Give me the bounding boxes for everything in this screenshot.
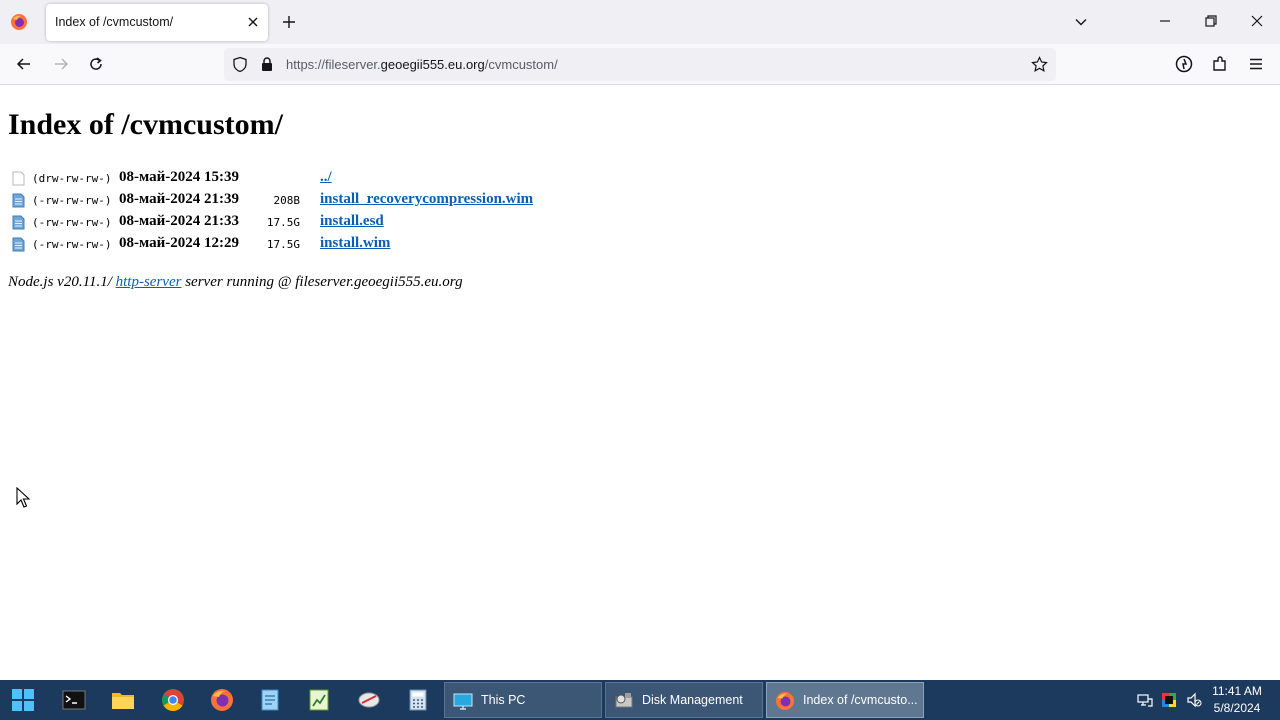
file-document-icon <box>12 193 25 208</box>
entry-date: 08-май-2024 21:33 <box>119 213 239 229</box>
entry-size: 17.5G <box>266 216 300 229</box>
taskbar: This PC Disk Management Index of /cvmcus… <box>0 680 1280 720</box>
file-document-icon <box>12 237 25 252</box>
file-link[interactable]: install.wim <box>320 235 390 252</box>
taskbar-item-label: Disk Management <box>642 693 743 707</box>
entry-permissions: (-rw-rw-rw-) <box>32 194 112 207</box>
system-clock[interactable]: 11:41 AM 5/8/2024 <box>1206 683 1268 717</box>
file-link[interactable]: install_recoverycompression.wim <box>320 191 533 208</box>
footer-suffix: server running @ fileserver.geoegii555.e… <box>181 274 463 290</box>
navigation-toolbar: https://fileserver.geoegii555.eu.org/cvm… <box>0 44 1280 85</box>
extensions-puzzle-icon[interactable] <box>1211 55 1229 73</box>
monitor-icon <box>453 693 473 710</box>
folder-blank-icon <box>12 171 25 186</box>
hamburger-menu-icon[interactable] <box>1247 55 1265 73</box>
network-icon[interactable] <box>1137 692 1153 708</box>
minimize-window-icon[interactable] <box>1158 14 1172 28</box>
tool-icon[interactable] <box>357 688 381 712</box>
bookmark-star-icon[interactable] <box>1031 56 1048 73</box>
mouse-cursor-icon <box>16 487 30 508</box>
color-display-icon[interactable] <box>1161 692 1177 708</box>
taskbar-item-disk-management[interactable]: Disk Management <box>605 682 763 718</box>
page-content: Index of /cvmcustom/ (drw-rw-rw-) 08-май… <box>0 86 1280 680</box>
parent-directory-link[interactable]: ../ <box>320 169 332 186</box>
disk-management-icon <box>615 693 633 708</box>
account-sync-icon[interactable] <box>1175 55 1193 73</box>
forward-arrow-icon[interactable] <box>52 55 70 73</box>
tab-title: Index of /cvmcustom/ <box>55 15 174 29</box>
entry-permissions: (-rw-rw-rw-) <box>32 216 112 229</box>
entry-date: 08-май-2024 15:39 <box>119 169 239 185</box>
file-link[interactable]: install.esd <box>320 213 384 230</box>
firefox-icon[interactable] <box>210 688 234 712</box>
close-window-icon[interactable] <box>1250 14 1264 28</box>
terminal-icon[interactable] <box>62 688 86 712</box>
url-domain: geoegii555.eu.org <box>380 57 485 72</box>
spreadsheet-icon[interactable] <box>307 688 331 712</box>
clock-date: 5/8/2024 <box>1213 701 1261 715</box>
url-path: /cvmcustom/ <box>484 57 558 72</box>
entry-size: 17.5G <box>266 238 300 251</box>
address-bar[interactable]: https://fileserver.geoegii555.eu.org/cvm… <box>224 48 1056 81</box>
url-scheme: https://fileserver. <box>286 57 381 72</box>
page-title: Index of /cvmcustom/ <box>8 108 283 141</box>
taskbar-item-this-pc[interactable]: This PC <box>444 682 602 718</box>
tracking-protection-shield-icon[interactable] <box>232 56 248 73</box>
calculator-icon[interactable] <box>406 688 430 712</box>
chrome-icon[interactable] <box>161 688 185 712</box>
new-tab-icon[interactable] <box>281 14 297 30</box>
entry-permissions: (drw-rw-rw-) <box>32 172 112 185</box>
taskbar-item-firefox[interactable]: Index of /cvmcusto... <box>766 682 924 718</box>
clock-time: 11:41 AM <box>1212 684 1262 698</box>
notepad-icon[interactable] <box>258 688 282 712</box>
list-all-tabs-icon[interactable] <box>1074 15 1088 29</box>
url-text[interactable]: https://fileserver.geoegii555.eu.org/cvm… <box>286 57 558 72</box>
firefox-icon <box>776 692 794 710</box>
file-explorer-icon[interactable] <box>111 688 135 712</box>
entry-date: 08-май-2024 21:39 <box>119 191 239 207</box>
footer-prefix: Node.js v20.11.1/ <box>8 274 116 290</box>
entry-size: 208B <box>273 194 301 207</box>
server-footer: Node.js v20.11.1/ http-server server run… <box>8 274 463 291</box>
lock-icon[interactable] <box>260 56 274 72</box>
firefox-menu-icon[interactable] <box>10 13 28 31</box>
file-document-icon <box>12 215 25 230</box>
browser-tab-strip: Index of /cvmcustom/ <box>0 0 1280 44</box>
taskbar-item-label: Index of /cvmcusto... <box>803 693 918 707</box>
volume-muted-icon[interactable] <box>1186 692 1202 708</box>
close-tab-icon[interactable] <box>246 15 260 29</box>
start-icon[interactable] <box>11 688 35 712</box>
http-server-link[interactable]: http-server <box>116 274 182 290</box>
active-tab[interactable]: Index of /cvmcustom/ <box>46 4 268 41</box>
back-arrow-icon[interactable] <box>15 55 33 73</box>
restore-window-icon[interactable] <box>1204 14 1218 28</box>
entry-date: 08-май-2024 12:29 <box>119 235 239 251</box>
taskbar-item-label: This PC <box>481 693 526 707</box>
reload-icon[interactable] <box>87 55 105 73</box>
entry-permissions: (-rw-rw-rw-) <box>32 238 112 251</box>
